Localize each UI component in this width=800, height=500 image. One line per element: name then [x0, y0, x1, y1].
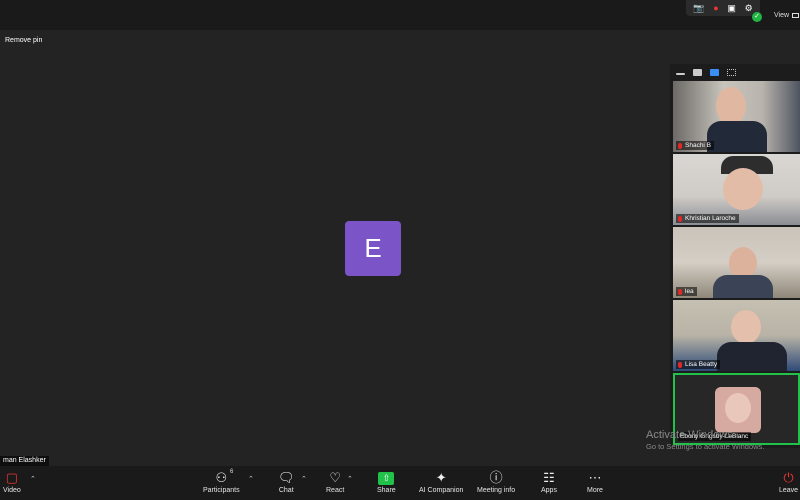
- participant-tile[interactable]: Lisa Beatty: [673, 300, 800, 371]
- grid-view-icon: [792, 13, 800, 18]
- info-icon: ⓘ: [489, 470, 503, 485]
- mic-muted-icon: [678, 142, 682, 149]
- chat-icon: 🗨: [278, 470, 295, 485]
- participants-button[interactable]: ⚇ Participants: [203, 470, 240, 495]
- participant-label: Khristian Laroche: [676, 214, 739, 223]
- chat-button[interactable]: 🗨 Chat: [278, 470, 295, 495]
- participant-label: Lisa Beatty: [676, 360, 721, 369]
- participant-label: lea: [676, 287, 697, 296]
- meeting-toolbar: ▢ Video ⌃ ⚇ Participants 6 ⌃ 🗨 Chat ⌃ ♡ …: [0, 466, 800, 500]
- gallery-header: [670, 64, 800, 80]
- participant-tile[interactable]: Shachi B: [673, 81, 800, 152]
- watermark-title: Activate Windows: [646, 429, 733, 441]
- ai-companion-label: AI Companion: [419, 487, 464, 494]
- participant-body: [707, 121, 767, 152]
- participant-face: [723, 168, 763, 210]
- react-button[interactable]: ♡ React: [326, 470, 344, 495]
- mic-muted-icon: [678, 361, 682, 368]
- gear-icon[interactable]: ⚙: [745, 3, 753, 13]
- strip-view-icon[interactable]: [710, 68, 719, 76]
- participant-name: lea: [685, 288, 694, 295]
- view-button[interactable]: View: [774, 12, 800, 19]
- react-heart-icon: ♡: [329, 470, 341, 485]
- meeting-info-button[interactable]: ⓘ Meeting info: [477, 470, 515, 495]
- leave-button[interactable]: ⏻ Leave: [779, 470, 798, 495]
- video-options-chevron-icon[interactable]: ⌃: [30, 475, 36, 483]
- participant-body: [713, 275, 773, 298]
- participant-name: Lisa Beatty: [685, 361, 718, 368]
- ai-companion-button[interactable]: ✦ AI Companion: [419, 470, 463, 495]
- video-button[interactable]: ▢ Video: [3, 470, 21, 495]
- share-button[interactable]: ⇧ Share: [377, 470, 396, 495]
- participants-count: 6: [230, 469, 234, 475]
- leave-label: Leave: [779, 487, 799, 494]
- watermark-subtitle: Go to Settings to activate Windows.: [646, 442, 765, 451]
- single-view-icon[interactable]: [693, 68, 702, 76]
- more-dots-icon: ⋯: [588, 470, 602, 485]
- participant-tile[interactable]: Khristian Laroche: [673, 154, 800, 225]
- grid-view-icon[interactable]: [727, 68, 736, 76]
- encryption-shield-icon[interactable]: ✓: [752, 12, 762, 22]
- apps-button[interactable]: ☷ Apps: [541, 470, 557, 495]
- top-bar: 📷 ● ▣ ⚙ ✓ View: [0, 0, 800, 30]
- apps-label: Apps: [541, 487, 557, 494]
- participant-face: [731, 310, 761, 344]
- participant-label: Shachi B: [676, 141, 715, 150]
- participants-icon: ⚇: [215, 470, 228, 485]
- video-off-icon: ▢: [5, 470, 19, 485]
- mic-muted-icon: [678, 215, 682, 222]
- activate-windows-watermark: Activate Windows Go to Settings to activ…: [646, 429, 764, 452]
- view-label: View: [774, 12, 790, 19]
- record-icon[interactable]: ●: [713, 3, 718, 13]
- video-label: Video: [3, 487, 21, 494]
- share-label: Share: [377, 487, 396, 494]
- chat-label: Chat: [278, 487, 294, 494]
- participant-body: [717, 342, 787, 371]
- top-icons-group: 📷 ● ▣ ⚙: [686, 0, 760, 16]
- mic-muted-icon: [678, 288, 682, 295]
- participants-options-chevron-icon[interactable]: ⌃: [248, 475, 254, 483]
- react-label: React: [326, 487, 345, 494]
- participant-face: [725, 393, 751, 423]
- participant-avatar: E: [345, 221, 401, 276]
- participants-label: Participants: [203, 487, 240, 494]
- react-options-chevron-icon[interactable]: ⌃: [347, 475, 353, 483]
- remove-pin-button[interactable]: Remove pin: [5, 37, 42, 44]
- camera-icon[interactable]: 📷: [693, 3, 704, 13]
- participant-tile[interactable]: lea: [673, 227, 800, 298]
- sparkle-icon: ✦: [435, 470, 447, 485]
- leave-icon: ⏻: [783, 470, 794, 485]
- more-button[interactable]: ⋯ More: [587, 470, 603, 495]
- chat-options-chevron-icon[interactable]: ⌃: [301, 475, 307, 483]
- apps-icon: ☷: [543, 470, 555, 485]
- screen-icon[interactable]: ▣: [727, 3, 736, 13]
- participant-face: [716, 87, 746, 125]
- minimize-icon[interactable]: [676, 73, 685, 75]
- gallery-panel: Shachi B Khristian Laroche lea Lisa Beat…: [670, 64, 800, 448]
- share-arrow-icon: ⇧: [378, 472, 395, 485]
- main-stage: Remove pin E man Elashker: [0, 30, 762, 466]
- participant-name: Shachi B: [685, 142, 712, 149]
- meeting-info-label: Meeting info: [477, 487, 516, 494]
- more-label: More: [587, 487, 603, 494]
- participant-name: Khristian Laroche: [685, 215, 736, 222]
- zoom-meeting-window: 📷 ● ▣ ⚙ ✓ View Remove pin E man Elashker…: [0, 0, 800, 500]
- active-speaker-name: man Elashker: [0, 456, 49, 466]
